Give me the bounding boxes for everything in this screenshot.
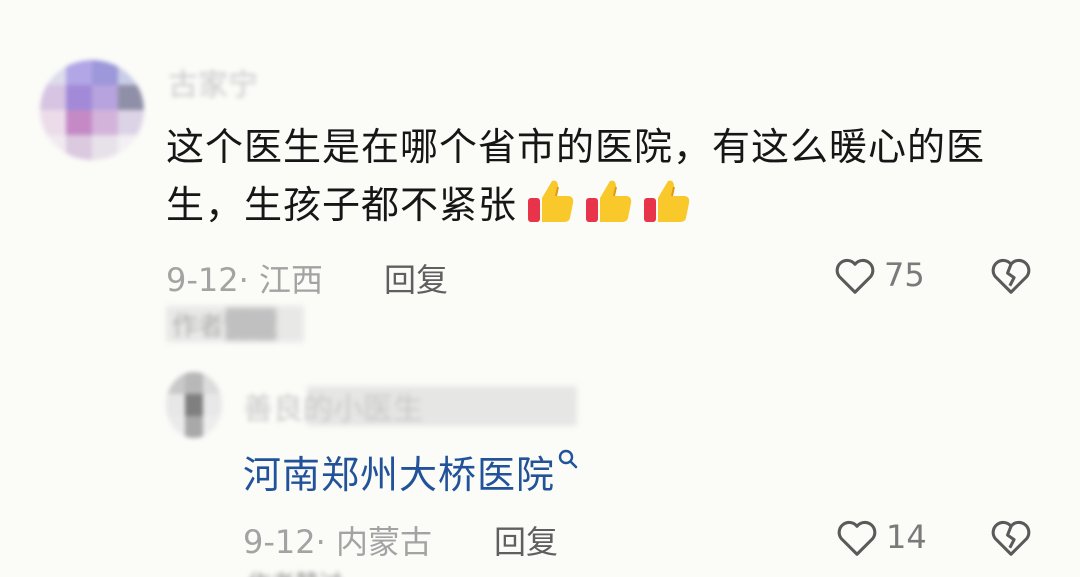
- thumbs-up-icon: [644, 180, 690, 222]
- replier-avatar[interactable]: [166, 372, 222, 438]
- search-icon[interactable]: [557, 448, 579, 470]
- heart-outline-icon: [835, 258, 875, 294]
- comment-text: 这个医生是在哪个省市的医院，有这么暖心的医生，生孩子都不紧张: [166, 118, 1046, 234]
- commenter-avatar[interactable]: [40, 60, 144, 160]
- reply-like-count: 14: [886, 518, 927, 556]
- replier-name-text: 善良的小医生: [243, 392, 423, 427]
- comment-like-count: 75: [884, 256, 925, 294]
- reply-link-text[interactable]: 河南郑州大桥医院: [243, 444, 579, 499]
- reply-date-location: 9-12· 内蒙古: [243, 523, 432, 561]
- reply-hospital-link[interactable]: 河南郑州大桥医院: [243, 453, 555, 497]
- replier-name[interactable]: 善良的小医生: [243, 380, 583, 436]
- broken-heart-icon: [991, 520, 1031, 556]
- comment-date-location: 9-12· 江西: [166, 261, 323, 299]
- thumbs-up-icon: [586, 180, 632, 222]
- comment-dislike-button[interactable]: [988, 252, 1034, 302]
- broken-heart-icon: [991, 258, 1031, 294]
- thumbs-up-icon: [528, 180, 574, 222]
- reply-like-button[interactable]: [834, 514, 880, 564]
- comment-author-liked-tag: 作者赞过: [166, 304, 306, 344]
- reply-liked-tag-text: 作者赞过: [247, 566, 343, 577]
- thumbs-up-emoji-group: [517, 180, 691, 227]
- heart-outline-icon: [837, 520, 877, 556]
- reply-dislike-button[interactable]: [988, 514, 1034, 564]
- reply-author-liked-tag: 作者赞过: [243, 566, 383, 577]
- comment-like-button[interactable]: [832, 252, 878, 302]
- comment-reply-button[interactable]: 回复: [384, 255, 448, 301]
- reply-reply-button[interactable]: 回复: [494, 517, 558, 563]
- commenter-name[interactable]: 古家宁: [168, 60, 258, 104]
